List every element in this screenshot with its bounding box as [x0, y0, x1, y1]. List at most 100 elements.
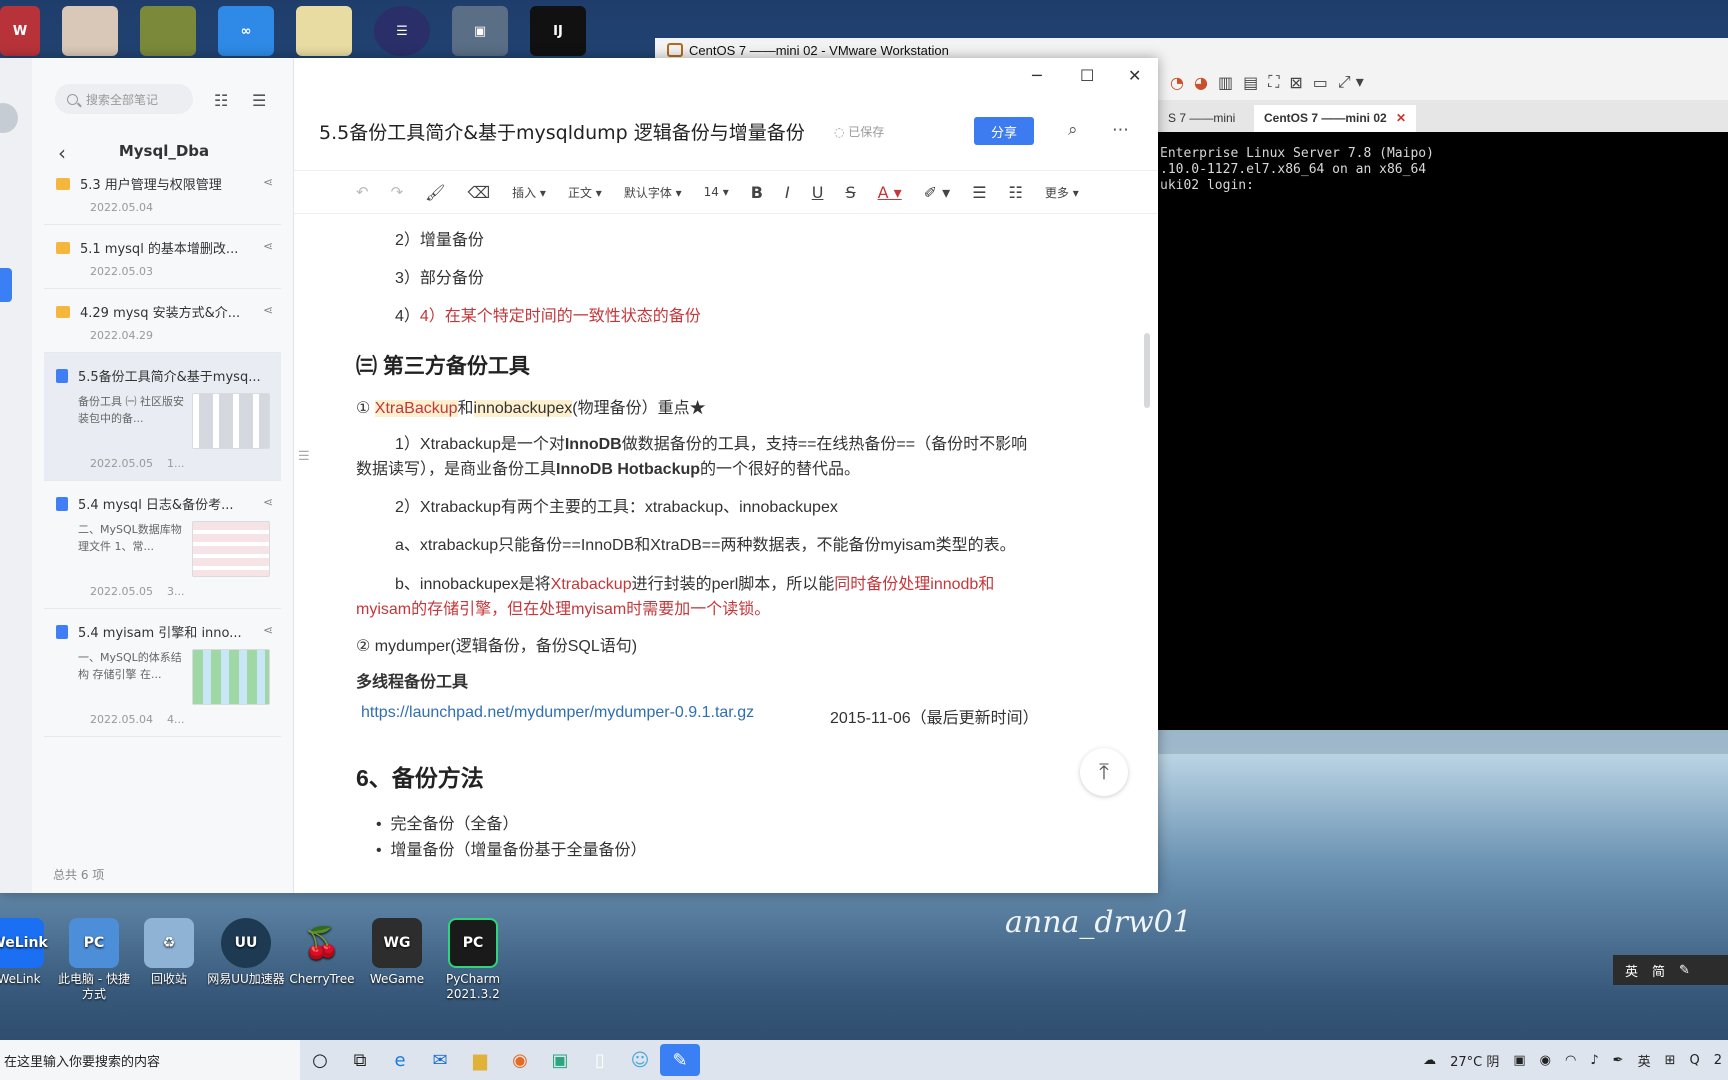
- cortana-icon[interactable]: ○: [300, 1040, 340, 1080]
- vm-tab-mini02[interactable]: CentOS 7 ——mini 02 ✕: [1254, 105, 1417, 132]
- tray-icon[interactable]: ◉: [1540, 1053, 1551, 1068]
- ime-lang[interactable]: 英: [1625, 961, 1638, 980]
- mail-icon[interactable]: ✉: [420, 1040, 460, 1080]
- share-button[interactable]: 分享: [974, 117, 1034, 145]
- sort-icon[interactable]: ☰: [252, 91, 266, 110]
- share-icon[interactable]: ⋖: [263, 239, 273, 253]
- virtualbox-icon[interactable]: ▣: [452, 6, 508, 56]
- more-menu[interactable]: 更多 ▾: [1045, 184, 1079, 201]
- bold-icon[interactable]: B: [751, 183, 763, 202]
- file-explorer-icon[interactable]: ▆: [460, 1040, 500, 1080]
- revert-snapshot-icon[interactable]: ◕: [1194, 73, 1208, 92]
- search-icon[interactable]: Q: [1689, 1053, 1699, 1068]
- search-input[interactable]: 搜索全部笔记: [55, 84, 193, 114]
- minimize-icon[interactable]: ─: [1032, 66, 1042, 85]
- snapshot-icon[interactable]: ◔: [1170, 73, 1184, 92]
- weather-text[interactable]: 27°C 阴: [1450, 1051, 1499, 1070]
- close-icon[interactable]: ✕: [1396, 111, 1406, 125]
- baidu-netdisk-icon[interactable]: ∞: [218, 6, 274, 56]
- document-icon: [56, 624, 68, 639]
- vmware-taskbar-icon[interactable]: ▣: [540, 1040, 580, 1080]
- stretch-icon[interactable]: ⤢ ▾: [1338, 72, 1364, 92]
- share-icon[interactable]: ⋖: [263, 495, 273, 509]
- note-thumbnail: [192, 521, 270, 577]
- ime-toolbar[interactable]: 英 简 ✎: [1613, 955, 1728, 985]
- share-icon[interactable]: ⋖: [263, 303, 273, 317]
- desktop-icon-wegame[interactable]: WG WeGame: [358, 918, 436, 987]
- intellij-icon[interactable]: IJ: [530, 6, 586, 56]
- clock[interactable]: 2: [1714, 1053, 1722, 1068]
- underline-icon[interactable]: U: [812, 183, 824, 202]
- more-icon[interactable]: ⋯: [1112, 120, 1129, 140]
- italic-icon[interactable]: I: [785, 183, 790, 202]
- tray-icon[interactable]: ▣: [1513, 1053, 1525, 1068]
- edge-icon[interactable]: e: [380, 1040, 420, 1080]
- format-painter-icon[interactable]: 🖌: [425, 183, 445, 202]
- eraser-icon[interactable]: ⌫: [467, 183, 490, 202]
- weather-icon[interactable]: ☁: [1423, 1053, 1436, 1068]
- thumbnail-view-icon[interactable]: ▤: [1243, 73, 1258, 92]
- sidebar-view-icon[interactable]: ▥: [1218, 73, 1233, 92]
- list-item[interactable]: 5.3 用户管理与权限管理 ⋖ 2022.05.04: [44, 161, 281, 225]
- anime-taskbar-icon[interactable]: ☺: [620, 1040, 660, 1080]
- highlight-icon[interactable]: ✐ ▾: [924, 183, 951, 202]
- font-family-select[interactable]: 默认字体 ▾: [624, 184, 682, 201]
- list-item[interactable]: 5.4 mysql 日志&备份考... ⋖ 二、MySQL数据库物理文件 1、常…: [44, 481, 281, 609]
- network-icon[interactable]: ◠: [1565, 1053, 1576, 1068]
- undo-icon[interactable]: ↶: [356, 183, 369, 201]
- volume-icon[interactable]: ♪: [1590, 1053, 1598, 1068]
- mail-app-icon[interactable]: [140, 6, 196, 56]
- winrar-icon[interactable]: W: [0, 6, 40, 56]
- input-language[interactable]: 英: [1638, 1051, 1651, 1070]
- avatar[interactable]: [0, 103, 18, 133]
- outline-icon[interactable]: ☰: [298, 448, 310, 464]
- console-view-icon[interactable]: ▭: [1313, 73, 1328, 92]
- desktop-icon-uu[interactable]: UU 网易UU加速器: [207, 918, 285, 987]
- rail-active-indicator[interactable]: [0, 268, 12, 302]
- scrollbar[interactable]: [1144, 333, 1150, 408]
- back-to-top-button[interactable]: ⤒: [1080, 748, 1128, 796]
- firefox-icon[interactable]: ◉: [500, 1040, 540, 1080]
- desktop-icon-pycharm[interactable]: PC PyCharm 2021.3.2: [434, 918, 512, 1002]
- doc-link[interactable]: https://launchpad.net/mydumper/mydumper-…: [361, 704, 754, 722]
- search-placeholder: 搜索全部笔记: [86, 92, 159, 107]
- folder-icon[interactable]: [296, 6, 352, 56]
- numbered-list-icon[interactable]: ☷: [1009, 183, 1023, 202]
- document-taskbar-icon[interactable]: ▯: [580, 1040, 620, 1080]
- share-icon[interactable]: ⋖: [263, 175, 273, 189]
- share-icon[interactable]: ⋖: [263, 623, 273, 637]
- pen-icon[interactable]: ✒: [1613, 1053, 1624, 1068]
- grid-view-icon[interactable]: ☷: [214, 91, 228, 110]
- desktop-icon-cherrytree[interactable]: 🍒 CherryTree: [283, 918, 361, 987]
- taskbar-search[interactable]: 在这里输入你要搜索的内容: [0, 1040, 300, 1080]
- ime-icon[interactable]: ⊞: [1665, 1053, 1676, 1068]
- bullet-list-icon[interactable]: ☰: [972, 183, 986, 202]
- list-item[interactable]: 5.1 mysql 的基本增删改... ⋖ 2022.05.03: [44, 225, 281, 289]
- ime-settings-icon[interactable]: ✎: [1679, 963, 1690, 978]
- vm-console[interactable]: Enterprise Linux Server 7.8 (Maipo) .10.0…: [1158, 132, 1728, 730]
- text-color-icon[interactable]: A ▾: [878, 183, 902, 202]
- redo-icon[interactable]: ↷: [391, 183, 404, 201]
- list-item-selected[interactable]: 5.5备份工具简介&基于mysq... 备份工具 ㈠ 社区版安装包中的备... …: [44, 353, 281, 481]
- list-item[interactable]: 5.4 myisam 引擎和 inno... ⋖ 一、MySQL的体系结构 存储…: [44, 609, 281, 737]
- close-icon[interactable]: ✕: [1128, 66, 1141, 85]
- maximize-icon[interactable]: ☐: [1080, 66, 1094, 85]
- desktop-icon-welink[interactable]: WeLink WeLink: [0, 918, 58, 987]
- font-size-select[interactable]: 14 ▾: [704, 185, 729, 199]
- fullscreen-icon[interactable]: ⛶: [1268, 72, 1279, 92]
- list-item[interactable]: 4.29 mysq 安装方式&介... ⋖ 2022.04.29: [44, 289, 281, 353]
- insert-menu[interactable]: 插入 ▾: [512, 184, 546, 201]
- unity-icon[interactable]: ⊠: [1289, 73, 1302, 92]
- task-view-icon[interactable]: ⧉: [340, 1040, 380, 1080]
- eclipse-icon[interactable]: ☰: [374, 6, 430, 56]
- page-title[interactable]: 5.5备份工具简介&基于mysqldump 逻辑备份与增量备份: [319, 118, 805, 145]
- ime-script[interactable]: 简: [1652, 961, 1665, 980]
- desktop-icon-recycle-bin[interactable]: ♻ 回收站: [130, 918, 208, 987]
- notes-taskbar-icon[interactable]: ✎: [660, 1044, 700, 1076]
- desktop-icon-this-pc[interactable]: PC 此电脑 - 快捷方式: [55, 918, 133, 1002]
- anime-app-icon[interactable]: [62, 6, 118, 56]
- paragraph-style-select[interactable]: 正文 ▾: [568, 184, 602, 201]
- find-icon[interactable]: ⌕: [1068, 120, 1078, 140]
- document-body[interactable]: ☰ 2）增量备份 3）部分备份 4）4）在某个特定时间的一致性状态的备份 ㈢ 第…: [294, 214, 1140, 893]
- strikethrough-icon[interactable]: S: [845, 183, 855, 202]
